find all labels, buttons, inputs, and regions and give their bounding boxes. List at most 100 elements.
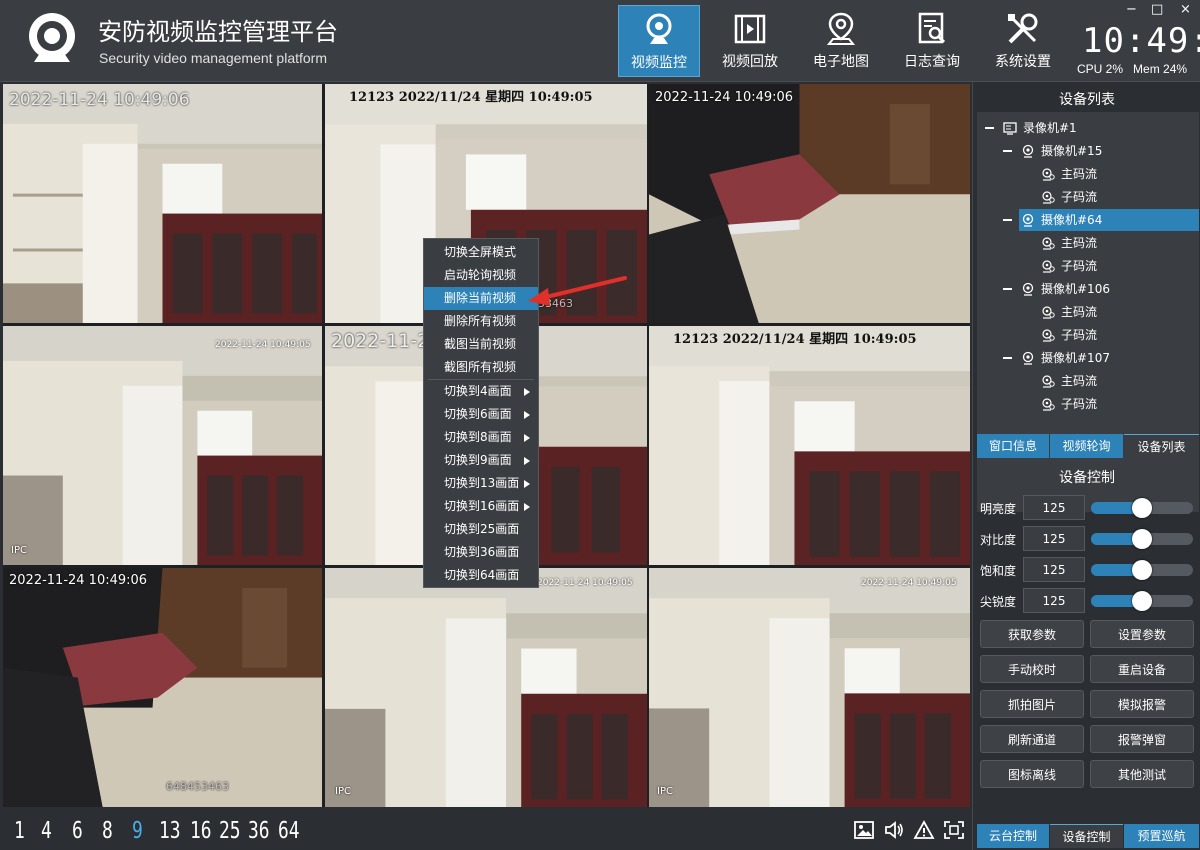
submenu-arrow-icon [524, 457, 530, 465]
video-cell-3[interactable]: 2022-11-24 10:49:06 [649, 84, 970, 323]
layout-9-button[interactable]: 9 [132, 818, 143, 844]
tree-camera-node[interactable]: 摄像机#106 [1019, 278, 1169, 300]
tree-stream-node[interactable]: 子码流 [1039, 324, 1189, 346]
slider-handle[interactable] [1132, 529, 1152, 549]
icon-offline-button[interactable]: 图标离线 [980, 760, 1084, 788]
video-cell-6[interactable]: 12123 2022/11/24 星期四 10:49:05 [649, 326, 970, 565]
snapshot-button[interactable]: 抓拍图片 [980, 690, 1084, 718]
sound-icon[interactable] [883, 820, 905, 840]
fullscreen-icon[interactable] [943, 820, 965, 840]
layout-13-button[interactable]: 13 [159, 818, 181, 844]
tree-nvr-node[interactable]: 录像机#1 [1001, 117, 1151, 139]
tree-camera-node[interactable]: 摄像机#107 [1019, 347, 1169, 369]
video-osd: 2022-11-24 10:49:06 [9, 90, 190, 110]
stream-icon [1042, 375, 1055, 388]
context-menu-item[interactable]: 切换到16画面 [424, 495, 538, 518]
tree-camera-node[interactable]: 摄像机#64 [1019, 209, 1199, 231]
nav-log-query[interactable]: 日志查询 [891, 5, 973, 77]
minimize-button[interactable]: − [1126, 3, 1137, 17]
slider-handle[interactable] [1132, 498, 1152, 518]
nvr-icon [1003, 122, 1017, 135]
get-params-button[interactable]: 获取参数 [980, 620, 1084, 648]
context-menu-item[interactable]: 切换全屏模式 [424, 241, 538, 264]
slider-handle[interactable] [1132, 560, 1152, 580]
adjust-value-input[interactable]: 125 [1023, 495, 1085, 520]
adjust-value-input[interactable]: 125 [1023, 526, 1085, 551]
video-cell-8[interactable]: 2022-11-24 10:49:05 IPC [325, 568, 647, 807]
tab-preset-cruise[interactable]: 预置巡航 [1124, 824, 1199, 848]
manual-time-sync-button[interactable]: 手动校时 [980, 655, 1084, 683]
nav-video-playback[interactable]: 视频回放 [709, 5, 791, 77]
nav-video-monitor[interactable]: 视频监控 [618, 5, 700, 77]
video-cell-1[interactable]: 2022-11-24 10:49:06 [3, 84, 322, 323]
tree-camera-node[interactable]: 摄像机#15 [1019, 140, 1169, 162]
video-osd: 2022-11-24 10:49:05 [215, 340, 311, 350]
context-menu-item[interactable]: 截图当前视频 [424, 333, 538, 356]
tab-device-list[interactable]: 设备列表 [1124, 434, 1199, 458]
submenu-arrow-icon [524, 503, 530, 511]
tree-stream-node[interactable]: 子码流 [1039, 393, 1189, 415]
context-menu-item[interactable]: 切换到9画面 [424, 449, 538, 472]
warning-icon[interactable] [913, 820, 935, 840]
other-test-button[interactable]: 其他测试 [1090, 760, 1194, 788]
context-menu-item[interactable]: 切换到6画面 [424, 403, 538, 426]
collapse-toggle[interactable] [1003, 150, 1012, 152]
context-menu-item[interactable]: 切换到13画面 [424, 472, 538, 495]
device-control-title: 设备控制 [1059, 470, 1115, 486]
context-menu-item[interactable]: 删除所有视频 [424, 310, 538, 333]
nav-system-settings[interactable]: 系统设置 [982, 5, 1064, 77]
context-menu-item[interactable]: 切换到64画面 [424, 564, 538, 587]
layout-4-button[interactable]: 4 [41, 818, 52, 844]
adjust-value-input[interactable]: 125 [1023, 557, 1085, 582]
alarm-popup-button[interactable]: 报警弹窗 [1090, 725, 1194, 753]
layout-36-button[interactable]: 36 [248, 818, 270, 844]
tab-device-control[interactable]: 设备控制 [1050, 824, 1123, 848]
image-icon[interactable] [853, 820, 875, 840]
layout-8-button[interactable]: 8 [102, 818, 113, 844]
close-button[interactable]: × [1180, 3, 1191, 17]
video-frame [3, 84, 322, 323]
tree-node-label: 摄像机#106 [1041, 282, 1110, 296]
collapse-toggle[interactable] [1003, 219, 1012, 221]
layout-64-button[interactable]: 64 [278, 818, 300, 844]
tree-stream-node[interactable]: 主码流 [1039, 232, 1189, 254]
layout-16-button[interactable]: 16 [190, 818, 212, 844]
collapse-toggle[interactable] [1003, 288, 1012, 290]
video-cell-9[interactable]: 2022-11-24 10:49:05 IPC [649, 568, 970, 807]
tree-stream-node[interactable]: 主码流 [1039, 163, 1189, 185]
video-frame [649, 84, 970, 323]
menu-item-label: 删除所有视频 [444, 314, 517, 328]
collapse-toggle[interactable] [1003, 357, 1012, 359]
menu-item-label: 切换到64画面 [444, 568, 520, 582]
video-cell-4[interactable]: 2022-11-24 10:49:05 IPC [3, 326, 322, 565]
context-menu-item[interactable]: 切换到25画面 [424, 518, 538, 541]
context-menu-item[interactable]: 切换到36画面 [424, 541, 538, 564]
submenu-arrow-icon [524, 411, 530, 419]
tab-window-info[interactable]: 窗口信息 [977, 434, 1049, 458]
slider-handle[interactable] [1132, 591, 1152, 611]
tree-stream-node[interactable]: 主码流 [1039, 370, 1189, 392]
context-menu-item[interactable]: 截图所有视频 [424, 356, 538, 379]
video-channel-id: IPC [11, 545, 27, 556]
nav-e-map[interactable]: 电子地图 [800, 5, 882, 77]
video-cell-7[interactable]: 2022-11-24 10:49:06 648453463 [3, 568, 322, 807]
tree-stream-node[interactable]: 子码流 [1039, 186, 1189, 208]
tree-stream-node[interactable]: 主码流 [1039, 301, 1189, 323]
tab-video-polling[interactable]: 视频轮询 [1050, 434, 1123, 458]
context-menu-item[interactable]: 切换到4画面 [424, 380, 538, 403]
layout-25-button[interactable]: 25 [219, 818, 241, 844]
layout-1-button[interactable]: 1 [14, 818, 25, 844]
reboot-device-button[interactable]: 重启设备 [1090, 655, 1194, 683]
set-params-button[interactable]: 设置参数 [1090, 620, 1194, 648]
nav-label: 系统设置 [995, 54, 1051, 70]
refresh-channels-button[interactable]: 刷新通道 [980, 725, 1084, 753]
context-menu-item[interactable]: 切换到8画面 [424, 426, 538, 449]
simulate-alarm-button[interactable]: 模拟报警 [1090, 690, 1194, 718]
tree-node-label: 录像机#1 [1023, 121, 1077, 135]
tab-ptz-control[interactable]: 云台控制 [977, 824, 1049, 848]
adjust-value-input[interactable]: 125 [1023, 588, 1085, 613]
maximize-button[interactable]: □ [1151, 3, 1163, 17]
tree-stream-node[interactable]: 子码流 [1039, 255, 1189, 277]
layout-6-button[interactable]: 6 [72, 818, 83, 844]
collapse-toggle[interactable] [985, 127, 994, 129]
